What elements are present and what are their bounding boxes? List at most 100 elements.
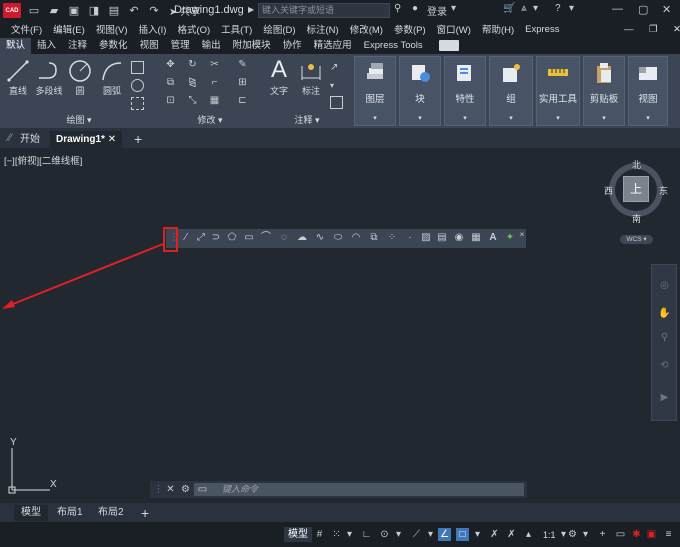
menu-tools[interactable]: 工具(T) [221, 22, 252, 36]
units-icon[interactable]: ▭ [614, 528, 627, 541]
utilities-panel[interactable]: 实用工具 ▾ [536, 56, 580, 126]
cmd-customize-icon[interactable]: ⚙ [179, 483, 192, 496]
modify-panel-title[interactable]: 修改 ▾ [160, 113, 260, 126]
print-icon[interactable]: ▤ [107, 4, 121, 18]
ft-line-icon[interactable]: ∕ [180, 232, 192, 244]
object-snap-icon[interactable]: □ [456, 528, 469, 541]
save-icon[interactable]: ▣ [67, 4, 81, 18]
ft-mtext-icon[interactable]: A [487, 232, 499, 244]
isodraft-dropdown-icon[interactable]: ▾ [424, 528, 437, 541]
menu-window[interactable]: 窗口(W) [437, 22, 471, 36]
rotate-icon[interactable]: ↻ [186, 58, 199, 71]
steeringwheel-icon[interactable]: ◎ [658, 279, 671, 292]
login-button[interactable]: 登录 [427, 3, 447, 18]
dimension-tool[interactable]: 标注 [296, 58, 326, 97]
menubar-restore-icon[interactable]: ❐ [649, 24, 658, 35]
isolate-objects-icon[interactable]: ✱ [630, 528, 643, 541]
snap-dropdown-icon[interactable]: ▾ [343, 528, 356, 541]
ft-region-icon[interactable]: ◉ [453, 232, 465, 244]
ft-polygon-icon[interactable]: ⬠ [226, 232, 238, 244]
text-tool[interactable]: A 文字 [264, 56, 294, 97]
block-panel[interactable]: 块 ▾ [399, 56, 441, 126]
menu-parametric[interactable]: 参数(P) [394, 22, 426, 36]
view-panel[interactable]: 视图 ▾ [628, 56, 668, 126]
tab-manage[interactable]: 管理 [165, 38, 196, 54]
circle-tool[interactable]: 圆 [66, 58, 94, 97]
workspace-icon[interactable]: ⚙ [566, 528, 579, 541]
help-dropdown-icon[interactable]: ▾ [569, 3, 574, 14]
annotation-monitor-icon[interactable]: + [596, 528, 609, 541]
erase-icon[interactable]: ✎ [236, 58, 249, 71]
rectangle-icon[interactable] [131, 61, 144, 74]
ft-point-icon[interactable]: · [404, 232, 416, 244]
tab-model[interactable]: 模型 [14, 505, 48, 521]
cmd-recent-icon[interactable]: ▭ [196, 483, 209, 496]
compass-south[interactable]: 南 [632, 212, 641, 225]
ft-construction-line-icon[interactable]: ⤢ [195, 232, 207, 244]
a360-dropdown-icon[interactable]: ▾ [533, 3, 538, 14]
ft-polyline-icon[interactable]: ⊃ [210, 232, 222, 244]
ft-rectangle-icon[interactable]: ▭ [243, 232, 255, 244]
cmd-close-icon[interactable]: ✕ [164, 483, 177, 496]
menu-dimension[interactable]: 标注(N) [307, 22, 339, 36]
tab-annotate[interactable]: 注释 [62, 38, 93, 54]
tab-view[interactable]: 视图 [134, 38, 165, 54]
menubar-close-icon[interactable]: ✕ [673, 24, 680, 35]
line-tool[interactable]: 直线 [4, 58, 32, 97]
open-folder-icon[interactable]: ▰ [47, 4, 61, 18]
explode-icon[interactable]: ⊞ [236, 76, 249, 89]
compass-east[interactable]: 东 [659, 184, 668, 197]
wcs-menu[interactable]: WCS ▾ [620, 235, 653, 244]
drawing-canvas[interactable]: [−][俯视][二维线框] [0, 148, 680, 503]
ft-ellipse-arc-icon[interactable]: ◠ [350, 232, 362, 244]
search-input[interactable]: 键入关键字或短语 [258, 3, 390, 18]
group-panel[interactable]: 组 ▾ [489, 56, 533, 126]
object-snap-tracking-icon[interactable]: ∠ [438, 528, 451, 541]
fillet-icon[interactable]: ⌐ [208, 76, 221, 89]
new-tab-button[interactable]: + [128, 131, 148, 148]
search-icon[interactable]: ⚲ [394, 3, 401, 14]
ft-make-block-icon[interactable]: ⁘ [386, 232, 398, 244]
stretch-icon[interactable]: ⊡ [164, 94, 177, 107]
menu-view[interactable]: 视图(V) [96, 22, 128, 36]
menu-modify[interactable]: 修改(M) [350, 22, 383, 36]
redo-icon[interactable]: ↷ [147, 4, 161, 18]
tab-addins[interactable]: 附加模块 [227, 38, 277, 54]
doctabs-menu-icon[interactable]: ⁄⁄ [8, 132, 12, 144]
tab-layout1[interactable]: 布局1 [50, 505, 90, 521]
polar-icon[interactable]: ⊙ [378, 528, 391, 541]
move-icon[interactable]: ✥ [164, 58, 177, 71]
properties-panel[interactable]: 特性 ▾ [444, 56, 486, 126]
model-space-button[interactable]: 模型 [284, 527, 312, 542]
menu-express[interactable]: Express [525, 24, 559, 35]
tab-express-tools[interactable]: Express Tools [358, 38, 429, 54]
tab-insert[interactable]: 插入 [31, 38, 62, 54]
app-logo[interactable]: CAD [3, 3, 21, 18]
mirror-icon[interactable]: ⧎ [186, 76, 199, 89]
help-icon[interactable]: ? [555, 3, 561, 14]
close-icon[interactable]: ✕ [662, 3, 671, 16]
auto-scale-icon[interactable]: ✗ [505, 528, 518, 541]
annotation-panel-title[interactable]: 注释 ▾ [262, 113, 352, 126]
polyline-tool[interactable]: 多段线 [34, 58, 64, 97]
viewcube-top-face[interactable]: 上 [623, 176, 649, 202]
ft-add-selected-icon[interactable]: ✦ [504, 232, 516, 244]
login-dropdown-icon[interactable]: ▾ [451, 3, 456, 14]
clipboard-panel[interactable]: 剪贴板 ▾ [583, 56, 625, 126]
showmotion-icon[interactable]: ▶ [658, 391, 671, 404]
table-icon[interactable] [330, 96, 343, 109]
menu-draw[interactable]: 绘图(D) [263, 22, 295, 36]
menu-format[interactable]: 格式(O) [177, 22, 210, 36]
hatch-icon[interactable] [131, 97, 144, 110]
tab-collaborate[interactable]: 协作 [277, 38, 308, 54]
tab-drawing1[interactable]: Drawing1* ✕ [50, 131, 123, 148]
ft-insert-block-icon[interactable]: ⧉ [368, 232, 380, 244]
play-icon[interactable]: ▶ [248, 5, 254, 14]
pan-icon[interactable]: ✋ [658, 307, 671, 320]
menu-edit[interactable]: 编辑(E) [53, 22, 85, 36]
copy-icon[interactable]: ⧉ [164, 76, 177, 89]
menubar-minimize-icon[interactable]: — [624, 24, 634, 35]
isodraft-icon[interactable]: ⟋ [410, 528, 423, 541]
ft-spline-icon[interactable]: ∿ [314, 232, 326, 244]
command-input[interactable]: 键入命令 [194, 483, 524, 496]
